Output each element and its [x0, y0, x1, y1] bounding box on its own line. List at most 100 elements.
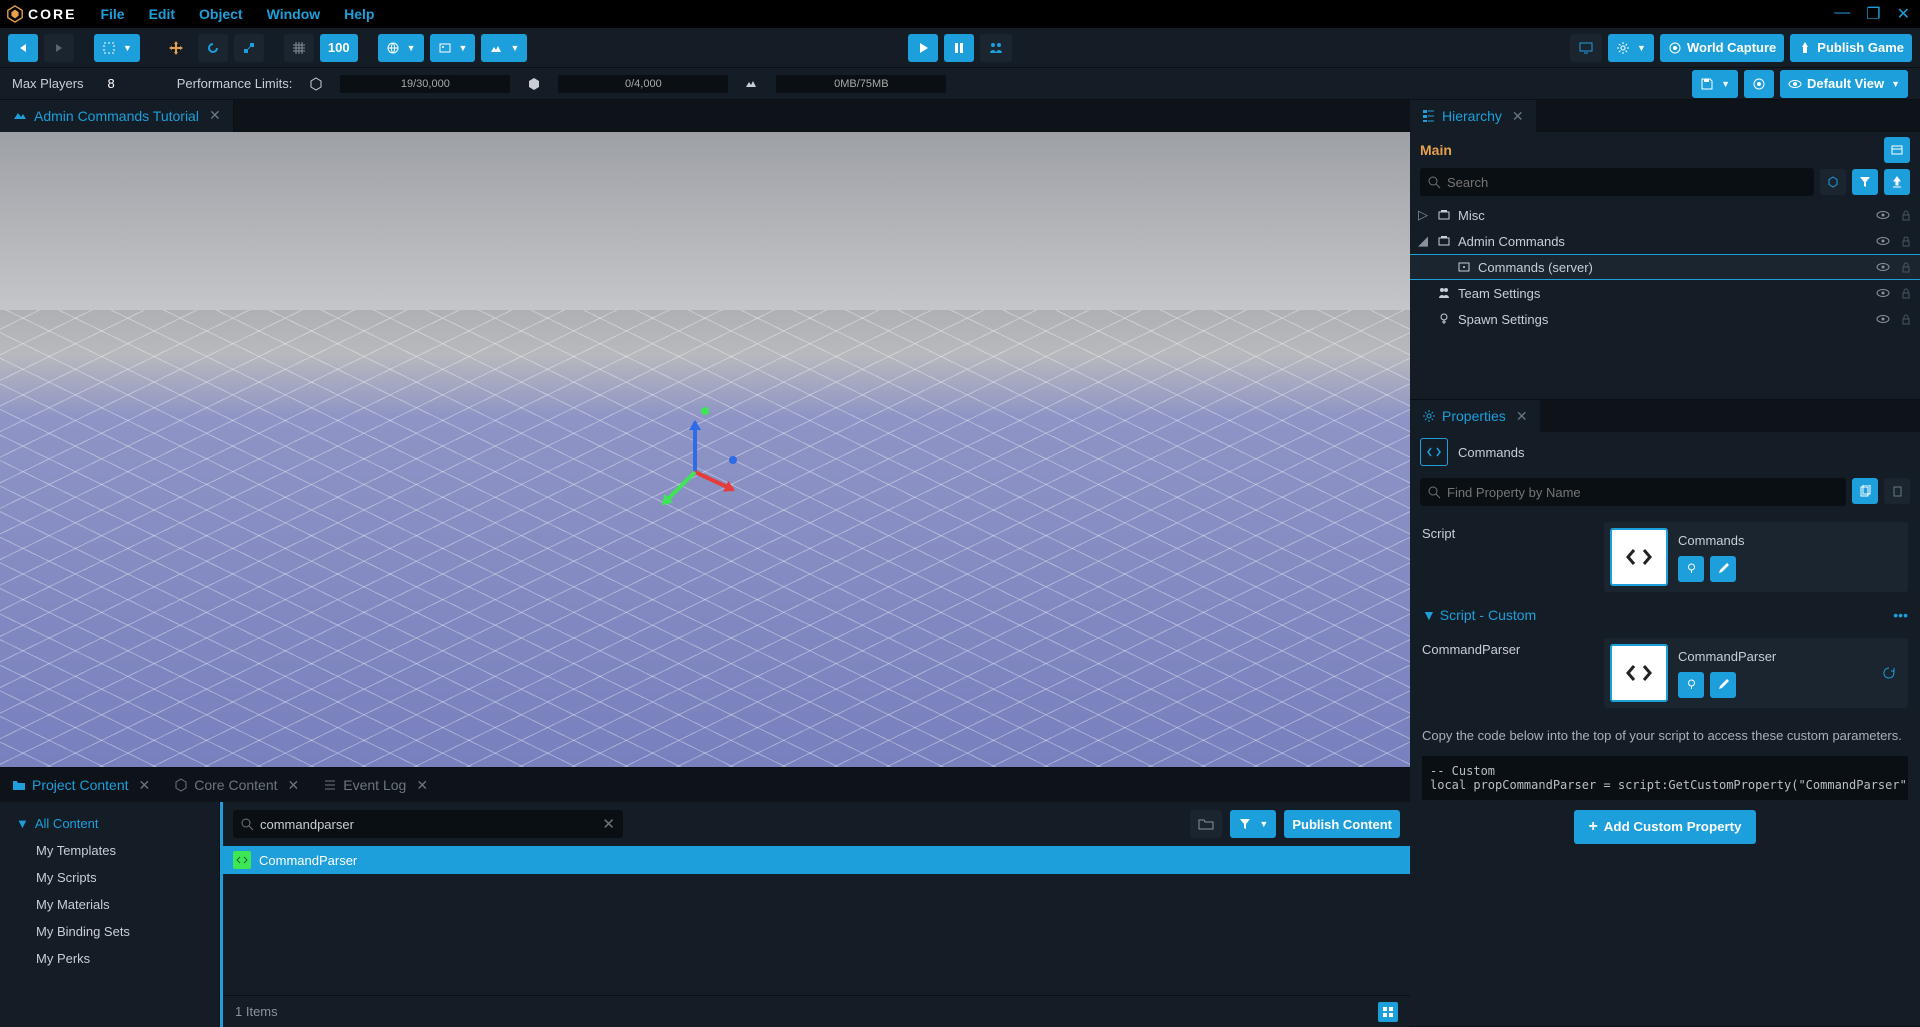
paste-icon[interactable] — [1884, 478, 1910, 504]
media-button[interactable]: ▼ — [430, 34, 476, 62]
code-snippet[interactable]: -- Custom local propCommandParser = scri… — [1422, 756, 1908, 800]
custom-thumbnail[interactable] — [1610, 644, 1668, 702]
edit-icon[interactable] — [1710, 672, 1736, 698]
tab-event-log[interactable]: Event Log✕ — [311, 768, 440, 802]
world-button[interactable]: ▼ — [378, 34, 424, 62]
visibility-icon[interactable] — [1876, 286, 1890, 300]
visibility-icon[interactable] — [1876, 234, 1890, 248]
tree-templates[interactable]: My Templates — [0, 837, 219, 864]
x-axis[interactable] — [694, 470, 734, 491]
search-input[interactable] — [260, 817, 596, 832]
save-button[interactable]: ▼ — [1692, 70, 1738, 98]
lock-icon[interactable] — [1900, 313, 1912, 325]
tree-materials[interactable]: My Materials — [0, 891, 219, 918]
edit-icon[interactable] — [1710, 556, 1736, 582]
scale-tool[interactable] — [234, 34, 264, 62]
tab-close-icon[interactable]: ✕ — [416, 777, 428, 794]
visibility-icon[interactable] — [1876, 312, 1890, 326]
tab-close-icon[interactable]: ✕ — [1512, 108, 1524, 125]
app-logo: CORE — [6, 5, 76, 23]
hierarchy-row[interactable]: Commands (server) — [1410, 254, 1920, 280]
menu-edit[interactable]: Edit — [139, 2, 185, 26]
refresh-icon[interactable] — [1882, 666, 1896, 680]
undo-button[interactable] — [8, 34, 38, 62]
tree-bindings[interactable]: My Binding Sets — [0, 918, 219, 945]
tab-project-content[interactable]: Project Content✕ — [0, 768, 162, 802]
close-icon[interactable]: ✕ — [1893, 4, 1914, 24]
script-thumbnail[interactable] — [1610, 528, 1668, 586]
copy-icon[interactable] — [1852, 478, 1878, 504]
hierarchy-search-input[interactable] — [1447, 175, 1806, 190]
default-view-button[interactable]: Default View▼ — [1780, 70, 1908, 98]
filter-button[interactable]: ▼ — [1230, 810, 1276, 838]
property-search-input[interactable] — [1447, 485, 1838, 500]
minimize-icon[interactable]: — — [1830, 4, 1854, 24]
tab-close-icon[interactable]: ✕ — [209, 107, 221, 124]
locate-icon[interactable] — [1678, 556, 1704, 582]
hierarchy-search[interactable] — [1420, 168, 1814, 196]
hierarchy-icon — [1422, 109, 1436, 123]
publish-game-button[interactable]: Publish Game — [1790, 34, 1912, 62]
play-button[interactable] — [908, 34, 938, 62]
lock-icon[interactable] — [1900, 235, 1912, 247]
selection-button[interactable]: ▼ — [94, 34, 140, 62]
tree-scripts[interactable]: My Scripts — [0, 864, 219, 891]
locate-icon[interactable] — [1678, 672, 1704, 698]
pause-button[interactable] — [944, 34, 974, 62]
tree-all-content[interactable]: ▼All Content — [0, 810, 219, 837]
window-controls: — ❐ ✕ — [1830, 4, 1914, 24]
hierarchy-row[interactable]: ▷Misc — [1410, 202, 1920, 228]
lock-icon[interactable] — [1900, 287, 1912, 299]
tab-close-icon[interactable]: ✕ — [139, 777, 151, 794]
transform-gizmo[interactable] — [645, 402, 765, 522]
world-capture-button[interactable]: World Capture — [1660, 34, 1784, 62]
help-button[interactable] — [1744, 70, 1774, 98]
folder-button[interactable] — [1190, 810, 1222, 838]
grid-snap-button[interactable] — [284, 34, 314, 62]
3d-viewport[interactable] — [0, 132, 1410, 767]
search-icon — [241, 818, 254, 831]
more-icon[interactable]: ••• — [1893, 607, 1908, 623]
publish-content-button[interactable]: Publish Content — [1284, 810, 1400, 838]
menu-object[interactable]: Object — [189, 2, 253, 26]
visibility-icon[interactable] — [1876, 208, 1890, 222]
snap-value[interactable]: 100 — [320, 34, 358, 62]
cube-filter-icon[interactable] — [1820, 169, 1846, 195]
visibility-icon[interactable] — [1876, 260, 1890, 274]
property-search[interactable] — [1420, 478, 1846, 506]
menu-window[interactable]: Window — [257, 2, 331, 26]
hierarchy-row[interactable]: Spawn Settings — [1410, 306, 1920, 332]
tab-close-icon[interactable]: ✕ — [1516, 408, 1528, 425]
move-tool[interactable] — [160, 34, 192, 62]
hierarchy-row[interactable]: ◢Admin Commands — [1410, 228, 1920, 254]
lock-icon[interactable] — [1900, 209, 1912, 221]
upload-icon[interactable] — [1884, 169, 1910, 195]
content-item[interactable]: CommandParser — [223, 846, 1410, 874]
menu-file[interactable]: File — [90, 2, 134, 26]
terrain-button[interactable]: ▼ — [481, 34, 527, 62]
z-axis[interactable] — [662, 471, 697, 506]
y-axis[interactable] — [693, 422, 697, 472]
hierarchy-row[interactable]: Team Settings — [1410, 280, 1920, 306]
redo-button[interactable] — [44, 34, 74, 62]
properties-tab[interactable]: Properties✕ — [1410, 400, 1540, 432]
clear-search-icon[interactable]: ✕ — [602, 815, 615, 833]
scene-config-icon[interactable] — [1884, 137, 1910, 163]
grid-view-icon[interactable] — [1378, 1002, 1398, 1022]
tree-perks[interactable]: My Perks — [0, 945, 219, 972]
tab-core-content[interactable]: Core Content✕ — [162, 768, 311, 802]
tab-close-icon[interactable]: ✕ — [288, 777, 300, 794]
filter-icon[interactable] — [1852, 169, 1878, 195]
multiplayer-button[interactable] — [980, 34, 1012, 62]
script-custom-section[interactable]: ▼ Script - Custom ••• — [1410, 600, 1920, 630]
maximize-icon[interactable]: ❐ — [1862, 4, 1884, 24]
hierarchy-tab[interactable]: Hierarchy✕ — [1410, 100, 1536, 132]
add-custom-property-button[interactable]: +Add Custom Property — [1574, 810, 1755, 844]
menu-help[interactable]: Help — [334, 2, 384, 26]
lock-icon[interactable] — [1900, 261, 1912, 273]
content-search[interactable]: ✕ — [233, 810, 623, 838]
screen-button[interactable] — [1570, 34, 1602, 62]
settings-button[interactable]: ▼ — [1608, 34, 1654, 62]
viewport-tab[interactable]: Admin Commands Tutorial ✕ — [0, 100, 234, 132]
rotate-tool[interactable] — [198, 34, 228, 62]
